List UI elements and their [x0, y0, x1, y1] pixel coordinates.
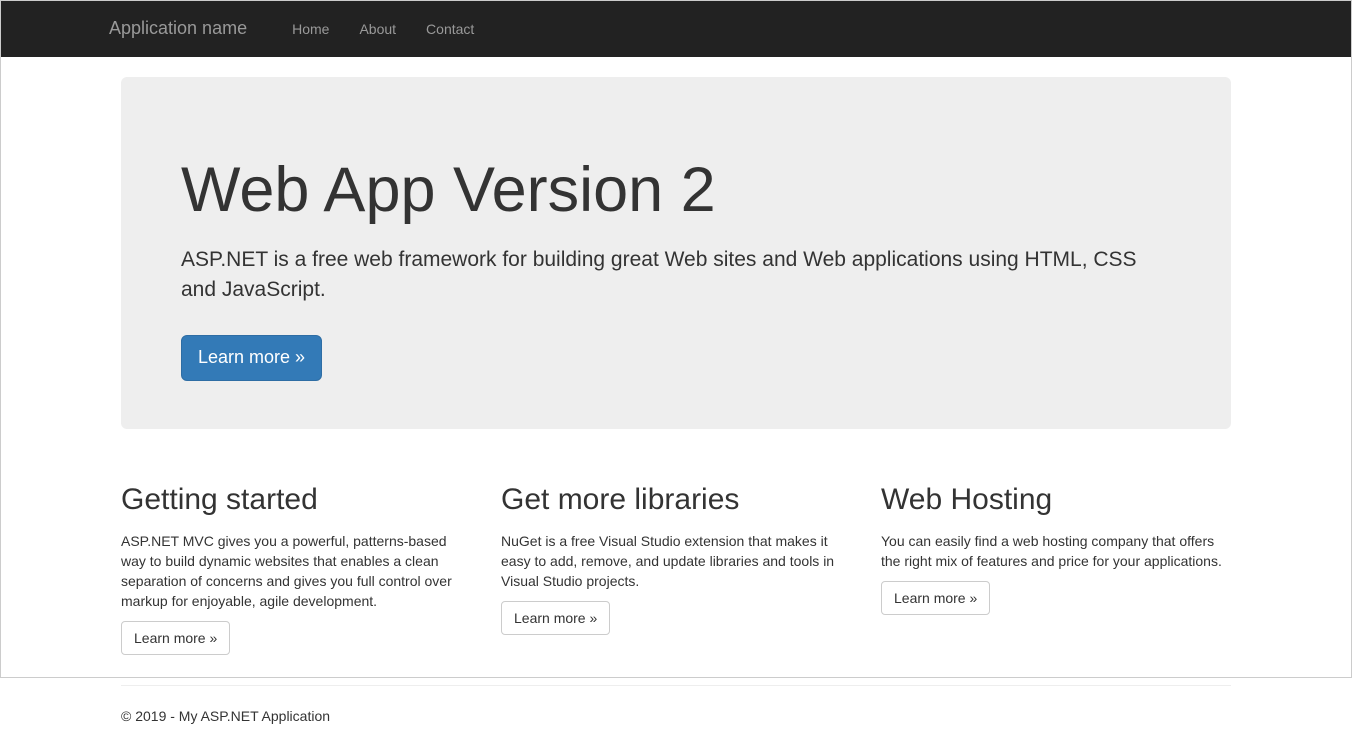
getting-started-learn-more-button[interactable]: Learn more » [121, 621, 230, 655]
column-body: NuGet is a free Visual Studio extension … [501, 531, 851, 591]
navbar-brand[interactable]: Application name [109, 1, 262, 57]
footer: © 2019 - My ASP.NET Application [121, 706, 1231, 746]
hosting-learn-more-button[interactable]: Learn more » [881, 581, 990, 615]
column-get-more-libraries: Get more libraries NuGet is a free Visua… [486, 459, 866, 666]
jumbotron-title: Web App Version 2 [181, 145, 1171, 235]
columns-row: Getting started ASP.NET MVC gives you a … [106, 459, 1246, 666]
column-body: ASP.NET MVC gives you a powerful, patter… [121, 531, 471, 611]
footer-text: © 2019 - My ASP.NET Application [121, 706, 1231, 726]
libraries-learn-more-button[interactable]: Learn more » [501, 601, 610, 635]
nav-link-home[interactable]: Home [277, 4, 344, 54]
jumbotron: Web App Version 2 ASP.NET is a free web … [121, 77, 1231, 429]
column-heading: Get more libraries [501, 479, 851, 522]
column-getting-started: Getting started ASP.NET MVC gives you a … [106, 459, 486, 666]
nav-link-about[interactable]: About [344, 4, 411, 54]
column-body: You can easily find a web hosting compan… [881, 531, 1231, 571]
jumbotron-lead: ASP.NET is a free web framework for buil… [181, 245, 1171, 305]
footer-divider [121, 685, 1231, 686]
main-container: Web App Version 2 ASP.NET is a free web … [106, 77, 1246, 746]
column-heading: Getting started [121, 479, 471, 522]
nav-link-contact[interactable]: Contact [411, 4, 489, 54]
navbar: Application name Home About Contact [1, 1, 1351, 57]
column-web-hosting: Web Hosting You can easily find a web ho… [866, 459, 1246, 666]
jumbotron-learn-more-button[interactable]: Learn more » [181, 335, 322, 381]
column-heading: Web Hosting [881, 479, 1231, 522]
